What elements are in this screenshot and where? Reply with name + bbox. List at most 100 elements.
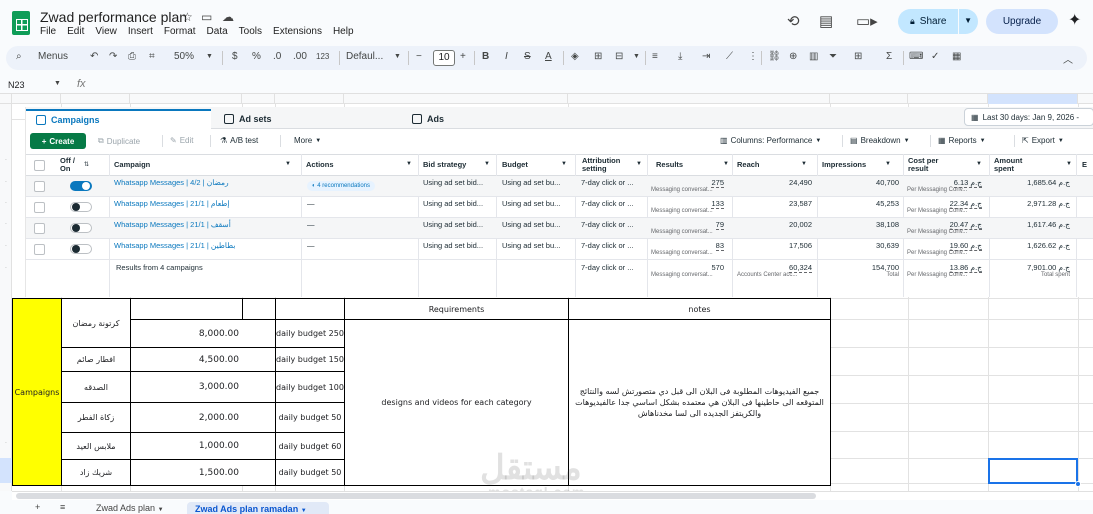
- daily-budget-cell[interactable]: daily budget 50: [275, 402, 345, 433]
- daily-budget-cell[interactable]: daily budget 60: [275, 432, 345, 460]
- column-menu-chevron-icon[interactable]: ▼: [285, 161, 291, 167]
- column-menu-chevron-icon[interactable]: ▼: [484, 161, 490, 167]
- category-cell[interactable]: افطار صائم: [61, 347, 131, 372]
- col-impressions[interactable]: Impressions: [822, 161, 866, 169]
- functions-icon[interactable]: Σ: [886, 51, 892, 62]
- budget-amount-cell[interactable]: 3,000.00: [130, 371, 276, 403]
- row-checkbox[interactable]: [34, 181, 45, 192]
- convert-table-icon[interactable]: ▦: [952, 51, 961, 62]
- col-extra[interactable]: E: [1082, 161, 1087, 169]
- column-menu-chevron-icon[interactable]: ▼: [976, 161, 982, 167]
- row-number-marker[interactable]: ·: [0, 200, 12, 206]
- collapse-toolbar-icon[interactable]: ︿: [1063, 51, 1073, 66]
- empty-cell[interactable]: [130, 298, 243, 320]
- menu-edit[interactable]: Edit: [67, 26, 84, 37]
- more-formats-icon[interactable]: ⋮: [748, 51, 758, 62]
- menu-tools[interactable]: Tools: [239, 26, 262, 37]
- chevron-down-icon[interactable]: ▼: [964, 16, 972, 25]
- column-a-header[interactable]: [12, 94, 61, 104]
- input-tools-icon[interactable]: ⌨: [909, 51, 923, 62]
- insert-link-icon[interactable]: ⛓: [768, 51, 781, 62]
- daily-budget-cell[interactable]: daily budget 50: [275, 459, 345, 486]
- name-box-chevron-icon[interactable]: ▼: [54, 80, 61, 87]
- row-number-marker[interactable]: ·: [0, 221, 12, 227]
- notes-cell[interactable]: جميع الفيديوهات المطلوبة فى البلان الى ق…: [568, 319, 831, 486]
- col-results[interactable]: Results: [656, 161, 683, 169]
- filter-icon[interactable]: ⏷: [829, 51, 837, 62]
- category-cell[interactable]: شريك زاد: [61, 459, 131, 486]
- empty-cell[interactable]: [275, 298, 345, 320]
- tab-ad-sets[interactable]: Ad sets: [214, 109, 399, 129]
- campaign-toggle[interactable]: [70, 202, 92, 212]
- create-button[interactable]: + Create: [30, 133, 86, 149]
- filter-views-icon[interactable]: ⊞: [854, 51, 862, 62]
- number-format-button[interactable]: 123: [316, 52, 329, 61]
- italic-icon[interactable]: I: [505, 51, 508, 62]
- col-amount-spent[interactable]: Amount spent: [994, 157, 1034, 173]
- column-c-header[interactable]: [130, 94, 242, 104]
- date-range-button[interactable]: ▦ Last 30 days: Jan 9, 2026 -: [964, 108, 1093, 126]
- columns-button[interactable]: ▥ Columns: Performance ▼: [720, 136, 821, 145]
- campaign-name[interactable]: Whatsapp Messages | 21/1 | بطاطين: [114, 241, 235, 250]
- font-chevron-icon[interactable]: ▼: [394, 53, 401, 60]
- column-menu-chevron-icon[interactable]: ▼: [885, 161, 891, 167]
- menus-button[interactable]: Menus: [38, 51, 68, 62]
- comments-icon[interactable]: ▤: [819, 12, 833, 30]
- search-icon[interactable]: ⌕: [16, 51, 22, 62]
- col-attribution[interactable]: Attribution setting: [582, 157, 630, 173]
- sheets-logo[interactable]: [12, 11, 30, 35]
- budget-amount-cell[interactable]: 2,000.00: [130, 402, 276, 433]
- percent-button[interactable]: %: [252, 51, 261, 62]
- more-button[interactable]: More ▼: [294, 136, 321, 145]
- column-b-header[interactable]: [61, 94, 130, 104]
- results-value[interactable]: 275: [711, 178, 724, 188]
- campaign-name[interactable]: Whatsapp Messages | 4/2 | رمضان: [114, 178, 229, 187]
- budget-amount-cell[interactable]: 1,500.00: [130, 459, 276, 486]
- paint-format-icon[interactable]: ⌗: [149, 51, 155, 62]
- decrease-decimal-button[interactable]: .0: [273, 51, 281, 62]
- menu-help[interactable]: Help: [333, 26, 354, 37]
- select-all-checkbox[interactable]: [34, 160, 45, 171]
- history-icon[interactable]: ⟲: [787, 12, 800, 30]
- notes-header-cell[interactable]: notes: [568, 298, 831, 320]
- spell-check-icon[interactable]: ✓: [931, 51, 939, 62]
- ads-manager-image[interactable]: Campaigns Ad sets Ads ▦ Last 30 days: Ja…: [25, 107, 1093, 297]
- col-reach[interactable]: Reach: [737, 161, 760, 169]
- campaign-toggle[interactable]: [70, 181, 92, 191]
- breakdown-button[interactable]: ▤ Breakdown ▼: [850, 136, 910, 145]
- category-cell[interactable]: الصدقه: [61, 371, 131, 403]
- merge-chevron-icon[interactable]: ▼: [633, 53, 640, 60]
- col-cost-per-result[interactable]: Cost per result: [908, 157, 946, 173]
- zoom-select[interactable]: 50%: [174, 51, 194, 62]
- menu-insert[interactable]: Insert: [128, 26, 153, 37]
- move-folder-icon[interactable]: ▭: [201, 10, 212, 24]
- reports-button[interactable]: ▦ Reports ▼: [938, 136, 986, 145]
- scrollbar-thumb[interactable]: [16, 493, 816, 499]
- borders-icon[interactable]: ⊞: [594, 51, 602, 62]
- category-cell[interactable]: زكاة الفطر: [61, 402, 131, 433]
- column-menu-chevron-icon[interactable]: ▼: [1066, 161, 1072, 167]
- campaign-row[interactable]: Whatsapp Messages | 21/1 | إطعام — Using…: [26, 197, 1093, 218]
- results-value[interactable]: 83: [715, 241, 724, 251]
- vertical-align-icon[interactable]: ⤓: [678, 51, 682, 62]
- menu-view[interactable]: View: [95, 26, 117, 37]
- chevron-down-icon[interactable]: ▼: [158, 507, 164, 513]
- sort-icon[interactable]: ⇅: [84, 161, 89, 168]
- requirements-header-cell[interactable]: Requirements: [344, 298, 569, 320]
- menu-format[interactable]: Format: [164, 26, 196, 37]
- campaign-row[interactable]: Whatsapp Messages | 21/1 | أسقف — Using …: [26, 218, 1093, 239]
- col-campaign[interactable]: Campaign: [114, 161, 150, 169]
- column-f-header[interactable]: [344, 94, 568, 104]
- row-number-marker[interactable]: ·: [0, 265, 12, 271]
- menu-extensions[interactable]: Extensions: [273, 26, 322, 37]
- campaign-row[interactable]: Whatsapp Messages | 21/1 | بطاطين — Usin…: [26, 239, 1093, 260]
- daily-budget-cell[interactable]: daily budget 100: [275, 371, 345, 403]
- font-size-input[interactable]: 10: [433, 50, 455, 66]
- upgrade-button[interactable]: Upgrade: [986, 9, 1058, 34]
- fill-color-icon[interactable]: ◈: [571, 51, 579, 62]
- currency-button[interactable]: $: [232, 51, 238, 62]
- font-size-increase-icon[interactable]: +: [460, 51, 466, 62]
- sheet-tab[interactable]: Zwad Ads plan ▼: [96, 503, 164, 513]
- undo-icon[interactable]: ↶: [90, 51, 98, 62]
- column-d-header[interactable]: [242, 94, 275, 104]
